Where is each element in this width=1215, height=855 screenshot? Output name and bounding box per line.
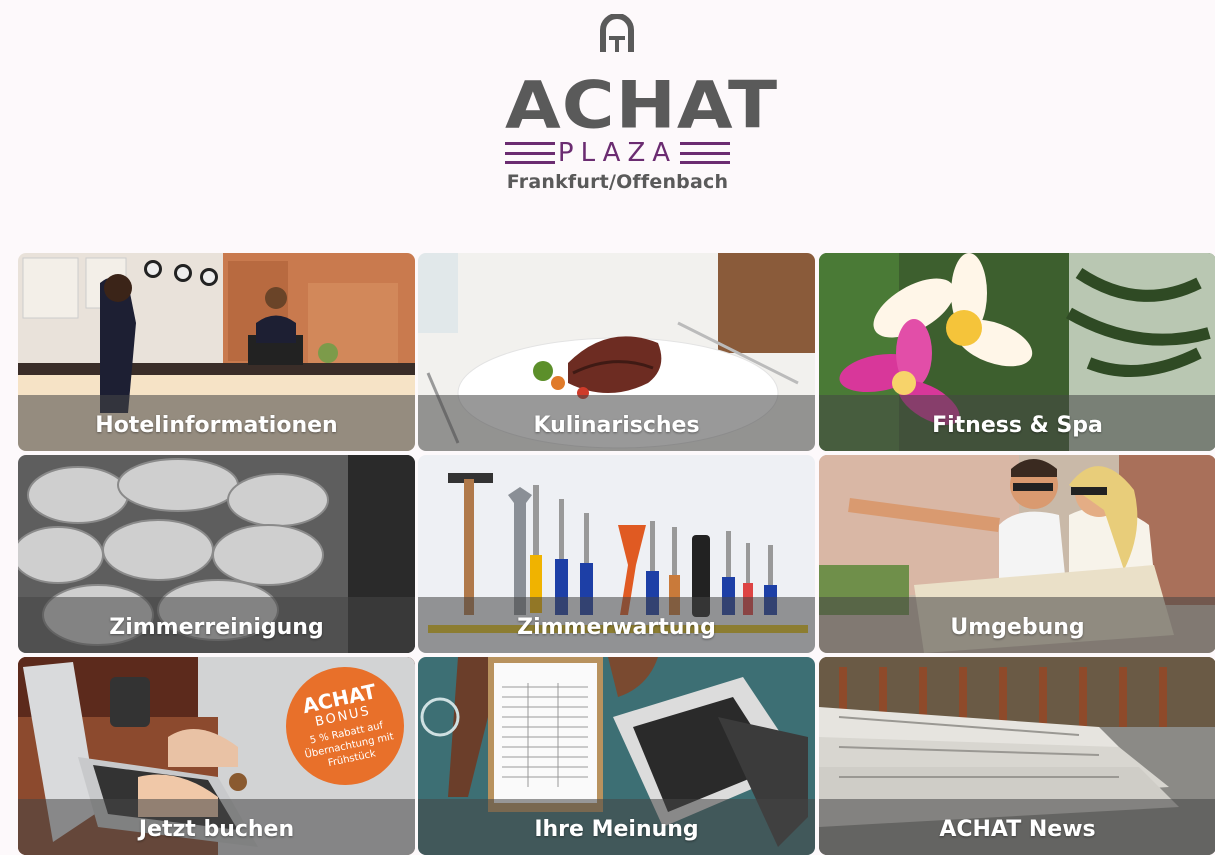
tile-label: ACHAT News <box>939 817 1096 842</box>
logo-brand: ACHAT <box>505 67 779 143</box>
logo-location: Frankfurt/Offenbach <box>506 171 729 193</box>
tile-jetzt-buchen[interactable]: ACHAT BONUS 5 % Rabatt auf Übernachtung … <box>18 657 415 855</box>
tile-ihre-meinung[interactable]: Ihre Meinung <box>418 657 815 855</box>
logo-bars-right <box>680 142 730 164</box>
tile-fitness-spa[interactable]: Fitness & Spa <box>819 253 1215 451</box>
tile-label: Hotelinformationen <box>95 413 338 438</box>
tile-label: Zimmerwartung <box>517 615 716 640</box>
hotel-logo[interactable]: ACHAT PLAZA Frankfurt/Offenbach <box>505 14 779 199</box>
header: ACHAT PLAZA Frankfurt/Offenbach <box>0 0 1215 245</box>
logo-sub-brand: PLAZA <box>557 138 678 168</box>
tile-umgebung[interactable]: Umgebung <box>819 455 1215 653</box>
tile-label: Jetzt buchen <box>138 817 295 842</box>
tile-label: Fitness & Spa <box>932 413 1103 438</box>
tile-zimmerwartung[interactable]: Zimmerwartung <box>418 455 815 653</box>
tile-achat-news[interactable]: ACHAT News <box>819 657 1215 855</box>
logo-bars-left <box>505 142 555 164</box>
tile-kulinarisches[interactable]: Kulinarisches <box>418 253 815 451</box>
tile-label: Umgebung <box>950 615 1085 640</box>
achat-logo-mark-icon <box>600 14 634 52</box>
tile-label: Zimmerreinigung <box>109 615 324 640</box>
logo-plaza-row: PLAZA <box>505 138 730 168</box>
tile-zimmerreinigung[interactable]: Zimmerreinigung <box>18 455 415 653</box>
tile-label: Ihre Meinung <box>534 817 699 842</box>
tile-label: Kulinarisches <box>533 413 700 438</box>
tile-hotelinformationen[interactable]: Hotelinformationen <box>18 253 415 451</box>
